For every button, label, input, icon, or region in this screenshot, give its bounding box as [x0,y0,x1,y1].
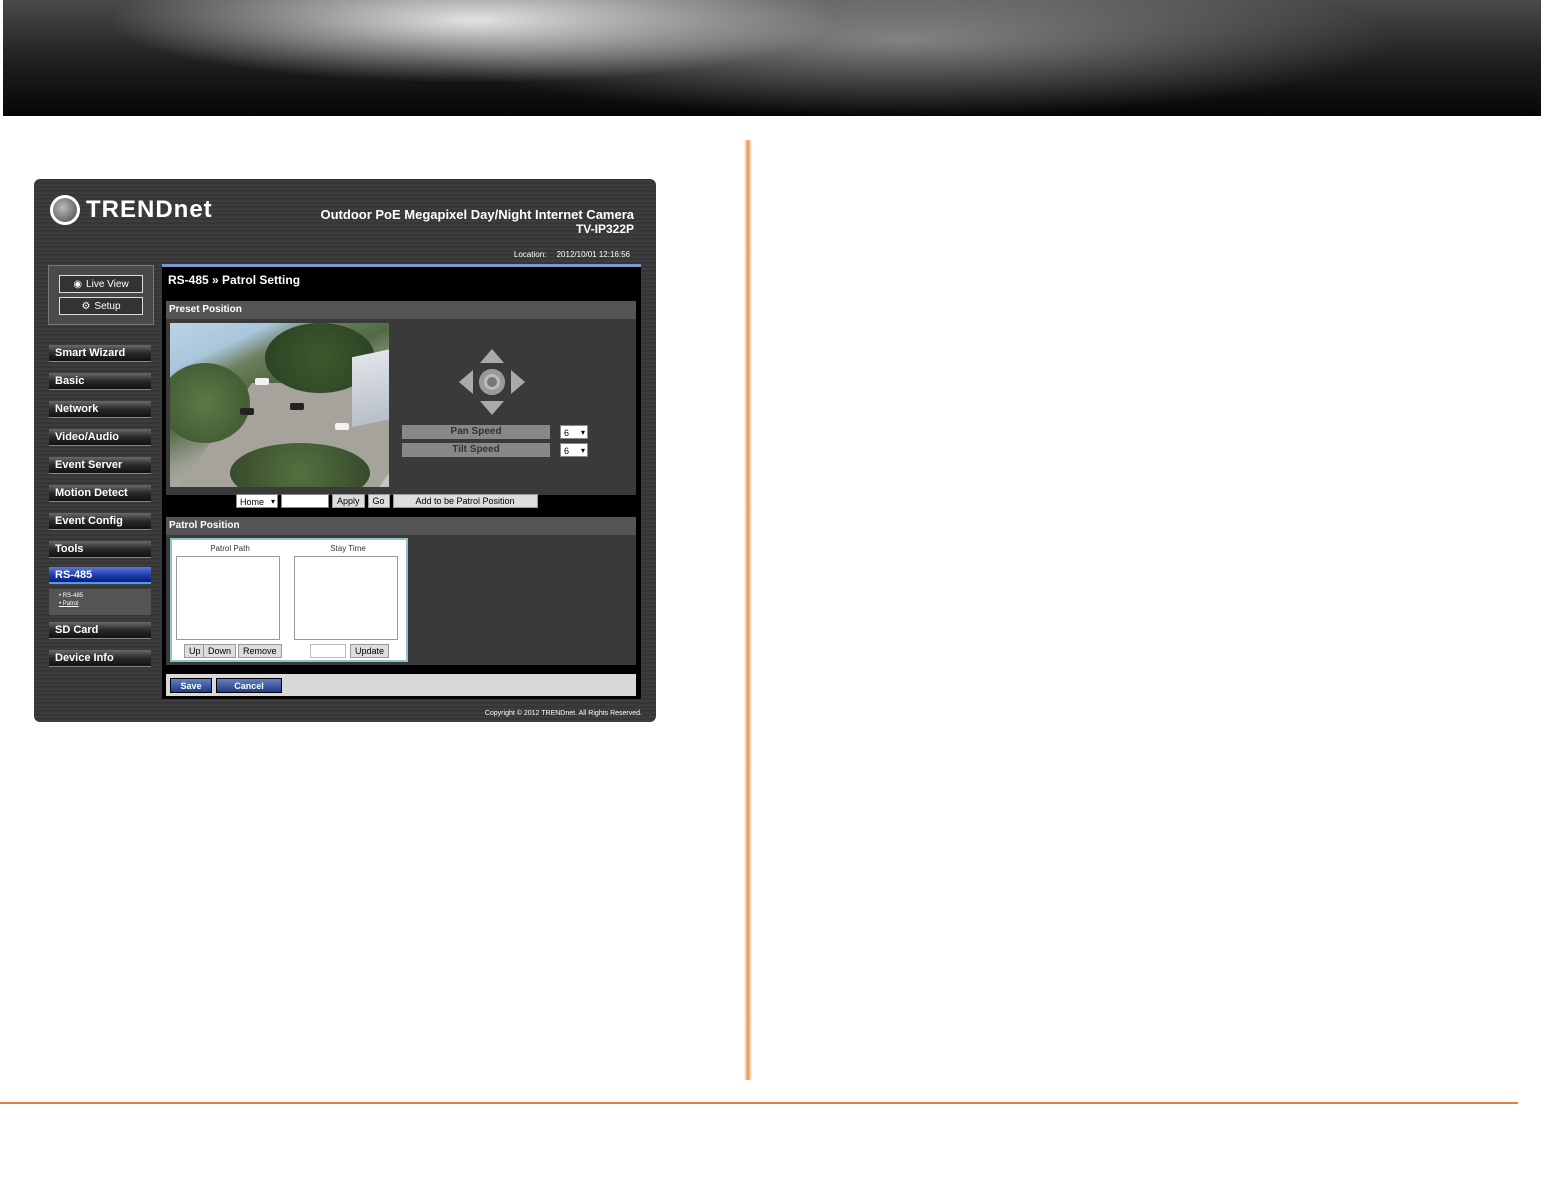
location-bar: Location: 2012/10/01 12:16:56 [506,250,630,259]
ptz-control [459,349,525,415]
nav-smart-wizard[interactable]: Smart Wizard [49,345,151,362]
preset-panel: Pan Speed 6 Tilt Speed 6 Home Apply Go A… [166,319,636,509]
stay-time-list[interactable] [294,556,398,640]
sidebar: ◉ Live View ⚙ Setup Smart Wizard Basic N… [48,265,154,667]
logo-text: TRENDnet [86,196,213,223]
mode-box: ◉ Live View ⚙ Setup [48,265,154,325]
camera-live-image [170,323,389,487]
save-button[interactable]: Save [170,678,212,693]
cancel-button[interactable]: Cancel [216,678,282,693]
setup-label: Setup [94,300,121,312]
live-view-button[interactable]: ◉ Live View [59,275,143,293]
live-view-label: Live View [86,278,129,290]
home-center-icon[interactable] [479,369,505,395]
tilt-speed-label: Tilt Speed [402,443,550,457]
patrol-box: Patrol Path Stay Time Up Down Remove Upd… [170,538,408,662]
patrol-path-list[interactable] [176,556,280,640]
product-model: TV-IP322P [575,222,634,236]
nav-event-server[interactable]: Event Server [49,457,151,474]
apply-button[interactable]: Apply [332,493,365,508]
nav-sd-card[interactable]: SD Card [49,622,151,639]
stay-time-input[interactable] [310,644,346,658]
document-divider [744,140,752,1080]
go-button[interactable]: Go [367,493,390,508]
pan-speed-label: Pan Speed [402,425,550,439]
patrol-section-header: Patrol Position [166,517,636,535]
nav-tools[interactable]: Tools [49,541,151,558]
rs485-submenu: • RS-485 • Patrol [49,589,151,615]
nav-video-audio[interactable]: Video/Audio [49,429,151,446]
document-footer-line [0,1102,1518,1104]
pan-left-icon[interactable] [459,370,473,394]
preset-select[interactable]: Home [236,493,278,509]
nav-device-info[interactable]: Device Info [49,650,151,667]
camera-web-ui: TRENDnet Outdoor PoE Megapixel Day/Night… [34,179,656,722]
copyright: Copyright © 2012 TRENDnet. All Rights Re… [484,710,642,717]
document-header-banner [3,0,1541,116]
product-title: Outdoor PoE Megapixel Day/Night Internet… [320,207,635,222]
nav-event-config[interactable]: Event Config [49,513,151,530]
down-button[interactable]: Down [203,644,237,658]
patrol-panel: Patrol Path Stay Time Up Down Remove Upd… [166,535,636,665]
nav-network[interactable]: Network [49,401,151,418]
submenu-rs485[interactable]: • RS-485 [49,593,151,599]
main-content: RS-485 » Patrol Setting Preset Position [162,264,641,699]
logo-icon [50,195,80,225]
location-datetime: 2012/10/01 12:16:56 [556,250,630,259]
pan-right-icon[interactable] [511,370,525,394]
nav-motion-detect[interactable]: Motion Detect [49,485,151,502]
action-bar: Save Cancel [166,674,636,696]
preset-controls: Home Apply Go Add to be Patrol Position [236,493,538,509]
page-title: RS-485 » Patrol Setting [168,273,301,287]
setup-button[interactable]: ⚙ Setup [59,297,143,315]
gear-icon: ⚙ [81,300,91,312]
location-label: Location: [513,250,547,259]
add-patrol-position-button[interactable]: Add to be Patrol Position [392,493,538,508]
preset-name-input[interactable] [281,493,329,508]
tilt-speed-select[interactable]: 6 [560,443,588,458]
nav-basic[interactable]: Basic [49,373,151,390]
pan-speed-select[interactable]: 6 [560,425,588,440]
nav-rs485[interactable]: RS-485 [49,567,151,584]
trendnet-logo: TRENDnet [50,195,213,225]
patrol-path-header: Patrol Path [210,544,250,553]
eye-icon: ◉ [73,278,83,290]
remove-button[interactable]: Remove [238,644,282,658]
stay-time-header: Stay Time [330,544,366,553]
update-button[interactable]: Update [350,644,390,658]
pan-up-icon[interactable] [480,349,504,363]
preset-section-header: Preset Position [166,301,636,319]
submenu-patrol[interactable]: • Patrol [49,601,151,607]
pan-down-icon[interactable] [480,401,504,415]
